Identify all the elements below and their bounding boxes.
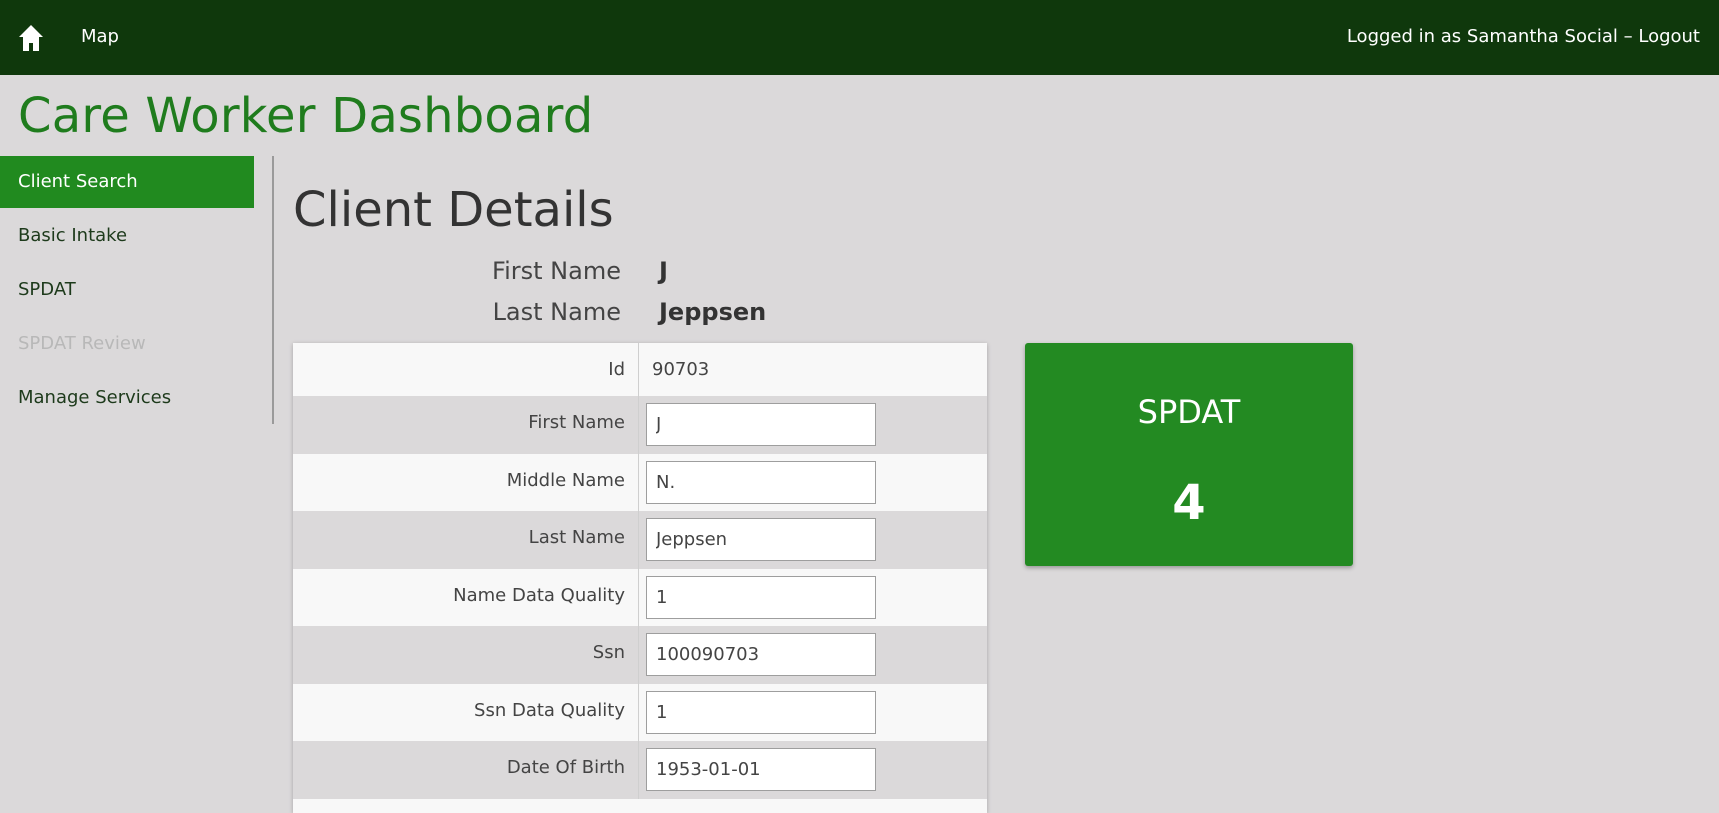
detail-cell-date-of-birth xyxy=(639,741,987,799)
spdat-card-label: SPDAT xyxy=(1137,393,1241,431)
sidebar-item-spdat[interactable]: SPDAT xyxy=(0,264,254,316)
summary-last-name: Last Name Jeppsen xyxy=(293,298,793,338)
sidebar-item-basic-intake[interactable]: Basic Intake xyxy=(0,210,254,262)
summary-last-name-label: Last Name xyxy=(492,298,621,326)
page-title: Client Details xyxy=(293,182,614,238)
summary-first-name: First Name J xyxy=(293,257,793,297)
sidebar-item-manage-services[interactable]: Manage Services xyxy=(0,372,254,424)
detail-label-last-name: Last Name xyxy=(293,511,639,569)
detail-value-id: 90703 xyxy=(652,359,710,380)
detail-label-ssn-data-quality: Ssn Data Quality xyxy=(293,683,639,741)
top-navbar: Map Logged in as Samantha Social – Logou… xyxy=(0,0,1719,75)
detail-label-name-data-quality: Name Data Quality xyxy=(293,568,639,626)
detail-label-middle-name: Middle Name xyxy=(293,453,639,511)
sidebar: Client Search Basic Intake SPDAT SPDAT R… xyxy=(0,156,274,424)
detail-row-first-name: First Name xyxy=(293,396,987,454)
detail-cell-ssn-data-quality xyxy=(639,684,987,742)
detail-label-date-of-birth: Date Of Birth xyxy=(293,741,639,799)
detail-cell-name-data-quality xyxy=(639,569,987,627)
logout-link[interactable]: Logout xyxy=(1638,26,1700,47)
detail-row-name-data-quality: Name Data Quality xyxy=(293,568,987,627)
middle-name-field[interactable] xyxy=(646,460,876,504)
ssn-data-quality-field[interactable] xyxy=(646,690,876,734)
detail-row-id: Id 90703 xyxy=(293,343,987,396)
detail-row-ssn: Ssn xyxy=(293,626,987,684)
detail-cell-middle-name xyxy=(639,454,987,512)
detail-row-ssn-data-quality: Ssn Data Quality xyxy=(293,683,987,742)
dashboard-title: Care Worker Dashboard xyxy=(18,88,594,144)
detail-cell-first-name xyxy=(639,396,987,454)
detail-label-ssn: Ssn xyxy=(293,626,639,684)
nav-map-link[interactable]: Map xyxy=(81,26,119,47)
name-data-quality-field[interactable] xyxy=(646,575,876,619)
detail-cell-ssn xyxy=(639,626,987,684)
user-status: Logged in as Samantha Social – Logout xyxy=(1347,26,1700,47)
detail-row-last-name: Last Name xyxy=(293,511,987,569)
date-of-birth-field[interactable] xyxy=(646,748,876,791)
summary-last-name-value: Jeppsen xyxy=(659,298,767,326)
detail-row-date-of-birth: Date Of Birth xyxy=(293,741,987,799)
sidebar-item-client-search[interactable]: Client Search xyxy=(0,156,254,208)
detail-cell-last-name xyxy=(639,511,987,569)
last-name-field[interactable] xyxy=(646,518,876,561)
ssn-field[interactable] xyxy=(646,633,876,676)
logged-in-text: Logged in as Samantha Social – xyxy=(1346,26,1639,47)
spdat-card-score: 4 xyxy=(1172,475,1206,531)
spdat-score-card[interactable]: SPDAT 4 xyxy=(1025,343,1353,566)
home-icon[interactable] xyxy=(18,24,44,52)
summary-first-name-label: First Name xyxy=(492,257,621,285)
first-name-field[interactable] xyxy=(646,403,876,446)
summary-first-name-value: J xyxy=(659,257,668,285)
detail-row-middle-name: Middle Name xyxy=(293,453,987,512)
detail-label-id: Id xyxy=(293,343,639,396)
detail-label-first-name: First Name xyxy=(293,396,639,454)
client-details-table: Id 90703 First Name Middle Name Last Nam… xyxy=(293,343,987,813)
sidebar-item-spdat-review: SPDAT Review xyxy=(18,333,146,354)
